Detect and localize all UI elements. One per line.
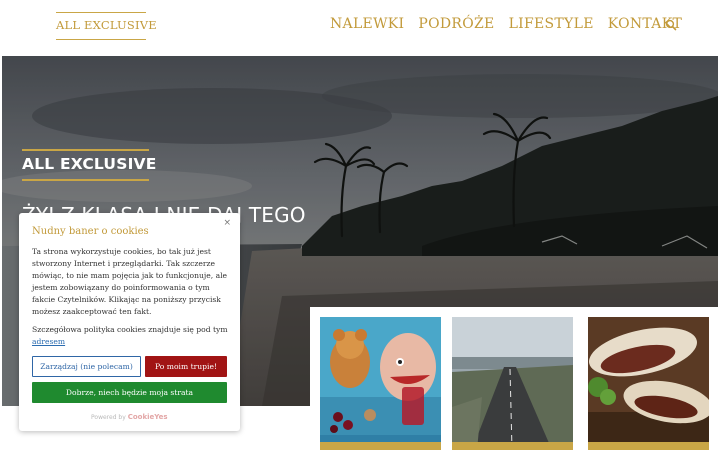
cookie-policy-link[interactable]: adresem (32, 337, 65, 346)
reject-cookies-button[interactable]: Po moim trupie! (145, 356, 227, 377)
cookie-title: Nudny baner o cookies (32, 226, 149, 237)
cookieyes-logo[interactable]: CookieYes (128, 413, 168, 421)
post-thumbnails (310, 307, 720, 450)
logo-rule-top (56, 12, 146, 13)
search-icon[interactable] (665, 19, 677, 31)
nav-item-lifestyle[interactable]: LIFESTYLE (509, 16, 594, 32)
logo-text: ALL EXCLUSIVE (56, 18, 157, 32)
thumbnail-bar (320, 442, 441, 450)
thumbnail-bar (588, 442, 709, 450)
site-header: ALL EXCLUSIVE NALEWKI PODRÓŻE LIFESTYLE … (0, 0, 720, 56)
nav-item-nalewki[interactable]: NALEWKI (330, 16, 404, 32)
thumbnail-nalewki[interactable] (320, 317, 441, 450)
thumbnail-lifestyle-image (588, 317, 709, 450)
thumbnail-podroze[interactable] (452, 317, 573, 450)
manage-cookies-button[interactable]: Zarządzaj (nie polecam) (32, 356, 141, 377)
site-logo[interactable]: ALL EXCLUSIVE (56, 12, 157, 40)
thumbnail-nalewki-image (320, 317, 441, 450)
cookie-body-text: Ta strona wykorzystuje cookies, bo tak j… (32, 247, 228, 316)
cookie-policy-text: Szczegółowa polityka cookies znajduje si… (32, 324, 232, 348)
thumbnail-podroze-image (452, 317, 573, 450)
powered-by-label: Powered by (91, 414, 126, 421)
hero-kicker-rule-top (22, 149, 149, 151)
main-nav: NALEWKI PODRÓŻE LIFESTYLE KONTAKT (330, 16, 682, 32)
hero-kicker-rule-bottom (22, 179, 149, 181)
close-icon[interactable]: × (223, 218, 231, 228)
thumbnail-lifestyle[interactable] (588, 317, 709, 450)
powered-by: Powered by CookieYes (91, 413, 168, 421)
hero-kicker-text: ALL EXCLUSIVE (22, 155, 157, 173)
cookie-banner: × Nudny baner o cookies Ta strona wykorz… (19, 213, 240, 431)
thumbnail-bar (452, 442, 573, 450)
logo-rule-bottom (56, 39, 146, 40)
cookie-policy-label: Szczegółowa polityka cookies znajduje si… (32, 325, 228, 334)
nav-item-podroze[interactable]: PODRÓŻE (418, 16, 494, 32)
accept-cookies-button[interactable]: Dobrze, niech będzie moja strata (32, 382, 227, 403)
